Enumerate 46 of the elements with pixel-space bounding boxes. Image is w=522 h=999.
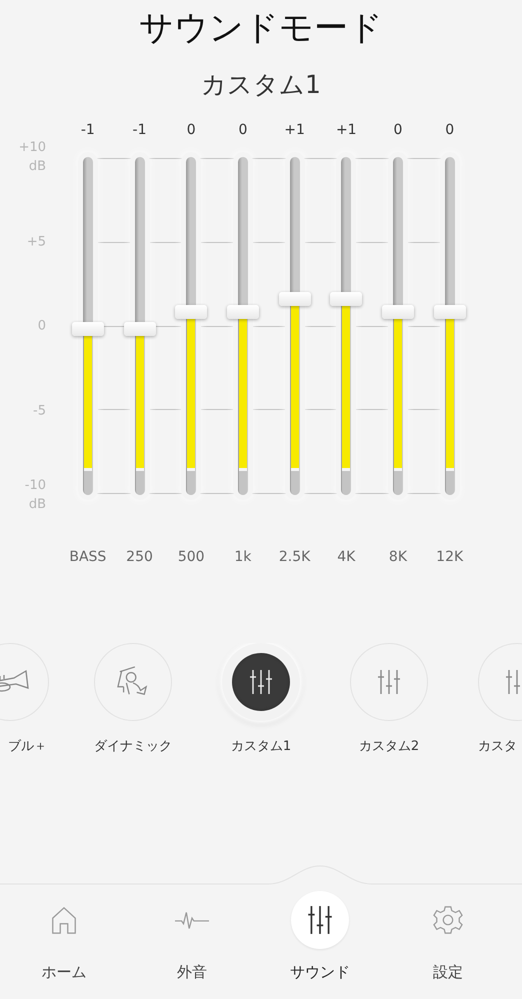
equalizer-icon [305, 905, 335, 935]
slider-thumb[interactable] [226, 305, 259, 320]
preset-name: カスタム1 [200, 69, 322, 101]
gain-reading: +1 [336, 121, 357, 140]
pulse-icon [175, 910, 209, 930]
slider-thumb[interactable] [330, 292, 362, 306]
slider-thumb[interactable] [72, 322, 104, 336]
axis-label: -10 dB [24, 477, 46, 514]
slider-thumb[interactable] [124, 322, 156, 336]
preset-label: ダイナミック [94, 738, 172, 756]
axis-label: 0 [38, 318, 46, 336]
gain-reading: 0 [238, 121, 248, 140]
gain-reading: 0 [394, 121, 402, 140]
band-label: 4K [337, 548, 356, 567]
axis-label: +10 dB [18, 139, 46, 176]
band-label: 250 [126, 548, 153, 567]
band-label: 8K [388, 548, 408, 567]
preset-label: カスタム2 [358, 738, 420, 756]
slider-thumb[interactable] [278, 292, 311, 306]
band-label: 500 [178, 548, 205, 567]
slider-thumb[interactable] [434, 305, 466, 320]
equalizer-icon [247, 668, 275, 696]
gain-reading: 0 [445, 121, 454, 140]
nav-tab[interactable]: ホーム [0, 888, 128, 986]
nav-tab[interactable]: サウンド [256, 888, 384, 986]
gain-reading: +1 [284, 121, 305, 140]
band-label: 2.5K [278, 548, 310, 567]
preset-label: カスタム1 [230, 738, 292, 756]
axis-label: +5 [26, 233, 46, 251]
nav-tab[interactable]: 外音 [128, 888, 256, 986]
equalizer-icon [375, 668, 403, 696]
gain-reading: -1 [80, 121, 95, 140]
gain-reading: -1 [132, 121, 147, 140]
band-label: 12K [436, 548, 464, 567]
gain-reading: 0 [186, 121, 196, 140]
preset-label: ブル＋ [8, 738, 47, 756]
slider-thumb[interactable] [175, 305, 208, 320]
preset-label: カスタ [478, 738, 517, 756]
page-title: サウンドモード [138, 7, 384, 50]
band-label: 1k [234, 548, 252, 567]
slider-thumb[interactable] [382, 305, 414, 320]
axis-label: -5 [33, 402, 46, 420]
home-icon [49, 905, 79, 935]
settings-icon [433, 905, 463, 935]
nav-tab[interactable]: 設定 [384, 888, 512, 986]
band-label: BASS [69, 548, 106, 567]
